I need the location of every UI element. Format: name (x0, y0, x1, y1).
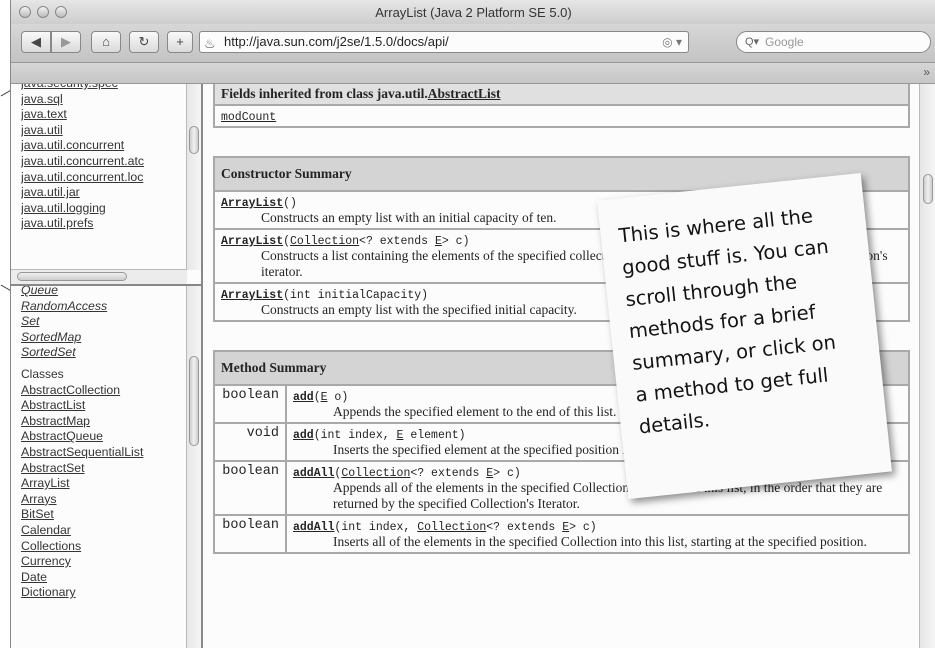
forward-button[interactable]: ▶ (51, 31, 81, 53)
window-title: ArrayList (Java 2 Platform SE 5.0) (375, 5, 572, 20)
constructor-signature[interactable]: ArrayList(int initialCapacity) (221, 289, 428, 302)
class-link[interactable]: Currency (21, 554, 181, 570)
interface-link[interactable]: RandomAccess (21, 299, 181, 315)
navigation-toolbar: ◀ ▶ ⌂ ↻ + ♨ http://java.sun.com/j2se/1.5… (11, 24, 935, 63)
package-list-pane: java.security.specjava.sqljava.textjava.… (11, 84, 201, 286)
method-row: boolean addAll(int index, Collection<? ex… (213, 514, 910, 554)
bookmarks-bar: » (11, 63, 935, 84)
classes-heading: Classes (21, 366, 64, 381)
method-signature[interactable]: add(int index, E element) (293, 429, 466, 442)
method-signature[interactable]: addAll(int index, Collection<? extends E… (293, 521, 597, 534)
address-bar[interactable]: ♨ http://java.sun.com/j2se/1.5.0/docs/ap… (199, 31, 689, 53)
home-icon: ⌂ (102, 34, 110, 49)
package-pane-scroll-thumb[interactable] (189, 126, 199, 154)
package-pane-scrollbar[interactable] (186, 84, 201, 270)
add-bookmark-button[interactable]: + (167, 31, 193, 53)
fields-inherited-heading: Fields inherited from class java.util.Ab… (213, 84, 910, 106)
interface-link[interactable]: Set (21, 314, 181, 330)
page-favicon-icon: ♨ (204, 36, 216, 51)
package-link[interactable]: java.util (21, 123, 181, 139)
method-return-type: boolean (213, 384, 287, 424)
class-link[interactable]: Calendar (21, 523, 181, 539)
constructor-signature[interactable]: ArrayList() (221, 197, 297, 210)
home-button[interactable]: ⌂ (91, 31, 121, 53)
fields-inherited-prefix: Fields inherited from class java.util. (221, 86, 428, 101)
abstractlist-link[interactable]: AbstractList (428, 86, 501, 101)
class-link[interactable]: Date (21, 570, 181, 586)
method-return-type: void (213, 422, 287, 462)
class-link[interactable]: AbstractQueue (21, 429, 181, 445)
modcount-link[interactable]: modCount (221, 111, 276, 124)
search-icon: Q▾ (745, 36, 760, 48)
method-return-type: boolean (213, 514, 287, 554)
method-description: Appends all of the elements in the speci… (333, 480, 883, 511)
package-link[interactable]: java.text (21, 107, 181, 123)
class-list: AbstractCollection AbstractList AbstractMa… (11, 383, 201, 601)
method-signature[interactable]: addAll(Collection<? extends E> c) (293, 467, 521, 480)
forward-arrow-icon: ▶ (61, 34, 71, 49)
package-pane-hscroll-thumb[interactable] (17, 272, 127, 281)
search-input[interactable]: Q▾ Google (736, 31, 931, 53)
package-link[interactable]: java.security.spec (21, 84, 181, 92)
class-link[interactable]: ArrayList (21, 476, 181, 492)
back-arrow-icon: ◀ (31, 34, 41, 49)
left-navigation-frame: java.security.specjava.sqljava.textjava.… (11, 84, 203, 648)
package-link[interactable]: java.util.concurrent.atc (21, 154, 181, 170)
class-link[interactable]: AbstractSequentialList (21, 445, 181, 461)
back-button[interactable]: ◀ (21, 31, 51, 53)
interface-link[interactable]: SortedSet (21, 345, 181, 361)
interface-link[interactable]: SortedMap (21, 330, 181, 346)
plus-icon: + (176, 34, 184, 49)
main-frame-scrollbar[interactable] (919, 84, 935, 648)
interface-list: Queue RandomAccess Set SortedMap SortedSet (11, 286, 201, 361)
package-link[interactable]: java.util.jar (21, 185, 181, 201)
constructor-signature[interactable]: ArrayList(Collection<? extends E> c) (221, 235, 469, 248)
package-link[interactable]: java.util.concurrent.loc (21, 170, 181, 186)
reload-button[interactable]: ↻ (129, 31, 159, 53)
address-text: http://java.sun.com/j2se/1.5.0/docs/api/ (224, 34, 449, 49)
reload-icon: ↻ (138, 34, 150, 49)
package-pane-hscrollbar[interactable] (11, 269, 187, 284)
class-link[interactable]: BitSet (21, 507, 181, 523)
class-link[interactable]: Dictionary (21, 585, 181, 601)
main-frame-scroll-thumb[interactable] (923, 174, 933, 204)
class-link[interactable]: AbstractSet (21, 461, 181, 477)
class-pane-scrollbar[interactable] (186, 286, 201, 648)
interface-link[interactable]: Queue (21, 286, 181, 299)
annotation-sticky-note: This is where all the good stuff is. You… (597, 172, 892, 500)
class-link[interactable]: Arrays (21, 492, 181, 508)
class-link[interactable]: AbstractList (21, 398, 181, 414)
annotation-note-text: This is where all the good stuff is. You… (617, 204, 837, 439)
class-pane-scroll-thumb[interactable] (189, 356, 199, 446)
package-list: java.security.specjava.sqljava.textjava.… (11, 84, 201, 232)
package-link[interactable]: java.sql (21, 92, 181, 108)
package-link[interactable]: java.util.prefs (21, 216, 181, 232)
title-bar: ArrayList (Java 2 Platform SE 5.0) (11, 0, 935, 25)
fields-inherited-table: Fields inherited from class java.util.Ab… (213, 84, 910, 128)
method-signature[interactable]: add(E o) (293, 391, 348, 404)
method-description: Inserts all of the elements in the speci… (333, 534, 867, 549)
class-list-pane: Queue RandomAccess Set SortedMap SortedSet C… (11, 286, 201, 648)
method-return-type: boolean (213, 460, 287, 516)
class-link[interactable]: Collections (21, 539, 181, 555)
class-link[interactable]: AbstractMap (21, 414, 181, 430)
class-link[interactable]: AbstractCollection (21, 383, 181, 399)
search-placeholder: Google (765, 35, 804, 49)
package-link[interactable]: java.util.concurrent (21, 138, 181, 154)
rss-icon[interactable]: ◎ ▾ (662, 32, 682, 52)
package-link[interactable]: java.util.logging (21, 201, 181, 217)
bookmarks-overflow-chevron-icon[interactable]: » (923, 65, 930, 79)
